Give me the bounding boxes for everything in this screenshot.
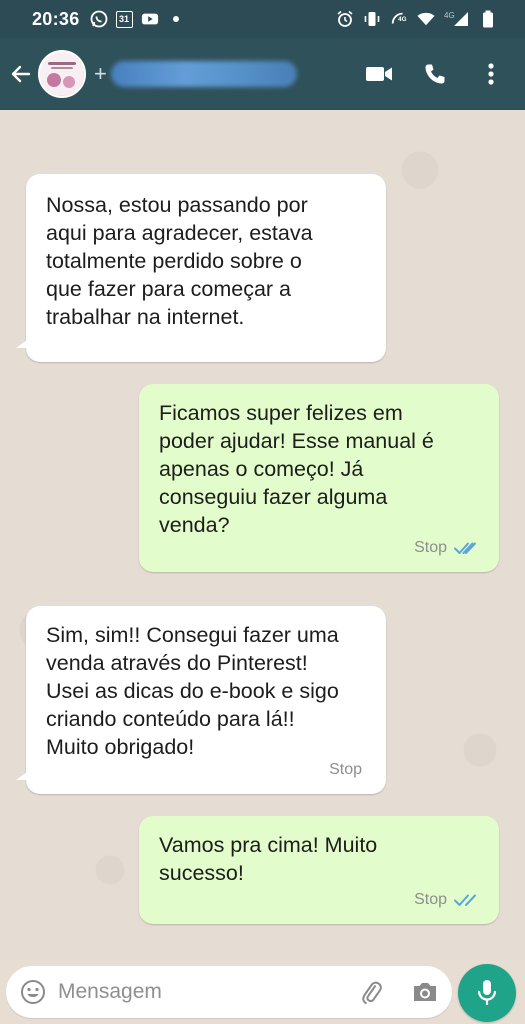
camera-button[interactable] bbox=[410, 977, 440, 1007]
vibrate-icon bbox=[363, 10, 381, 28]
status-left-icons: 31 bbox=[90, 10, 185, 28]
chat-header: + bbox=[0, 38, 525, 110]
message-outgoing[interactable]: Ficamos super felizes em poder ajudar! E… bbox=[139, 384, 499, 572]
composer-bar bbox=[0, 960, 525, 1024]
attach-button[interactable] bbox=[356, 977, 386, 1007]
back-button[interactable] bbox=[6, 59, 36, 89]
message-outgoing[interactable]: Vamos pra cima! Muito sucesso! Stop bbox=[139, 816, 499, 924]
message-input[interactable] bbox=[58, 980, 318, 1004]
network-label: 4G bbox=[398, 16, 407, 23]
header-actions bbox=[365, 60, 505, 88]
read-ticks-icon bbox=[454, 894, 476, 906]
status-bar: 20:36 31 4G 4G bbox=[0, 0, 525, 38]
signal-icon: 4G bbox=[444, 10, 470, 28]
calendar-icon: 31 bbox=[115, 10, 133, 28]
message-incoming[interactable]: Sim, sim!! Consegui fazer uma venda atra… bbox=[16, 606, 386, 794]
mic-icon bbox=[477, 980, 497, 1005]
message-time: Stop bbox=[329, 761, 362, 778]
message-text: Nossa, estou passando por aqui para agra… bbox=[46, 193, 313, 329]
more-options-button[interactable] bbox=[477, 60, 505, 88]
message-text: Sim, sim!! Consegui fazer uma venda atra… bbox=[46, 623, 339, 759]
wifi-icon bbox=[417, 10, 435, 28]
status-time: 20:36 bbox=[32, 8, 80, 29]
contact-name-redacted[interactable] bbox=[110, 61, 297, 87]
video-call-icon bbox=[366, 67, 392, 81]
video-call-button[interactable] bbox=[365, 60, 393, 88]
emoji-button[interactable] bbox=[18, 977, 48, 1007]
read-ticks-icon bbox=[454, 542, 476, 554]
notification-dot-icon bbox=[167, 10, 185, 28]
message-incoming[interactable]: Nossa, estou passando por aqui para agra… bbox=[16, 174, 386, 362]
contact-plus-sign[interactable]: + bbox=[94, 61, 107, 87]
message-text: Ficamos super felizes em poder ajudar! E… bbox=[159, 401, 434, 537]
battery-icon bbox=[479, 10, 497, 28]
youtube-icon bbox=[141, 10, 159, 28]
bubble-tail bbox=[16, 338, 30, 348]
voice-call-icon bbox=[425, 64, 445, 84]
chat-messages[interactable]: Nossa, estou passando por aqui para agra… bbox=[0, 110, 525, 960]
emoji-icon bbox=[21, 980, 45, 1004]
mic-button[interactable] bbox=[458, 964, 516, 1022]
voice-call-button[interactable] bbox=[421, 60, 449, 88]
message-meta: Stop bbox=[329, 756, 362, 784]
volte-icon: 4G bbox=[390, 10, 408, 28]
network-label-2: 4G bbox=[444, 11, 455, 20]
more-vert-icon bbox=[488, 63, 494, 85]
status-right-icons: 4G 4G bbox=[336, 10, 497, 28]
message-text: Vamos pra cima! Muito sucesso! bbox=[159, 833, 378, 885]
calendar-day: 31 bbox=[119, 14, 130, 24]
avatar[interactable] bbox=[38, 50, 86, 98]
message-meta: Stop bbox=[414, 534, 481, 562]
attach-icon bbox=[362, 981, 382, 1005]
back-arrow-icon bbox=[11, 65, 31, 83]
avatar-image-icon bbox=[40, 52, 84, 96]
message-time: Stop bbox=[414, 539, 447, 556]
camera-icon bbox=[414, 983, 436, 1001]
message-meta: Stop bbox=[414, 886, 481, 914]
alarm-icon bbox=[336, 10, 354, 28]
whatsapp-icon bbox=[90, 10, 108, 28]
message-time: Stop bbox=[414, 891, 447, 908]
bubble-tail bbox=[16, 770, 30, 780]
composer-pill bbox=[6, 966, 452, 1018]
